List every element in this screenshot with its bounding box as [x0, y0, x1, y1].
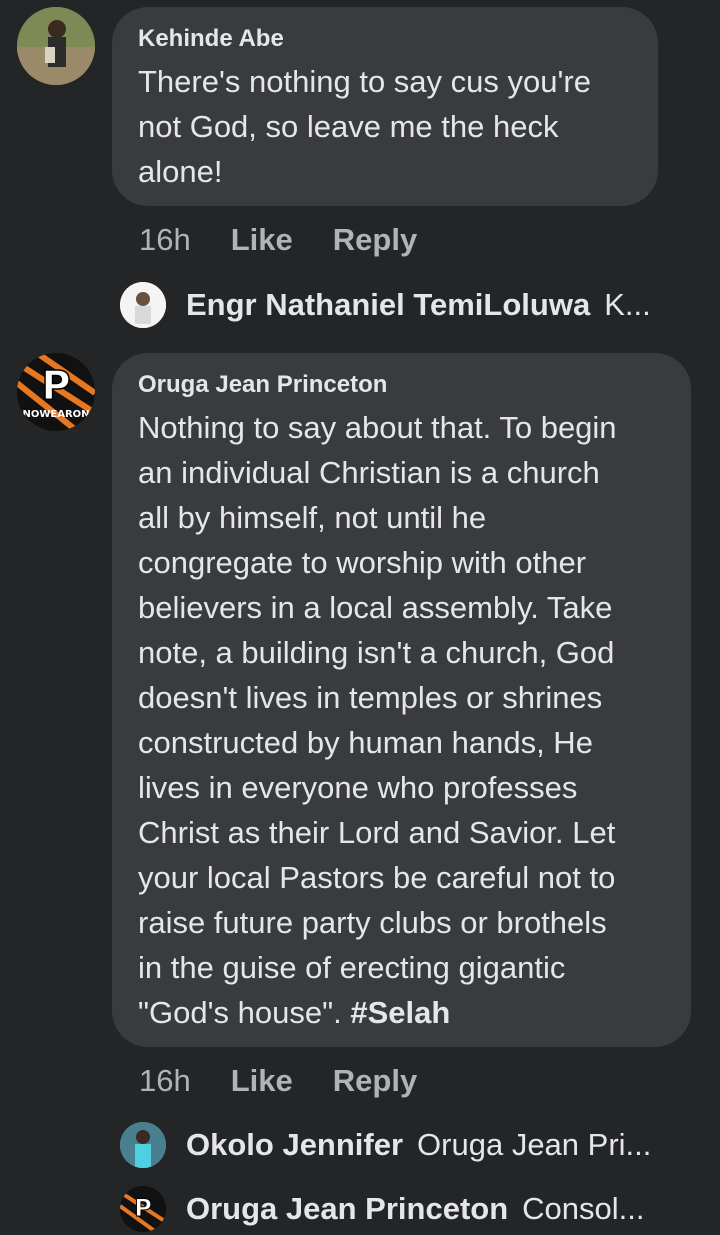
reply-snippet: Oruga Jean Pri... — [417, 1127, 652, 1162]
comment-actions: 16h Like Reply — [139, 1063, 417, 1099]
svg-text:P: P — [134, 1194, 152, 1222]
avatar-oruga-jean-princeton[interactable]: P NOWEARON — [17, 353, 95, 431]
avatar-kehinde-abe[interactable] — [17, 7, 95, 85]
comment-text: There's nothing to say cus you're not Go… — [138, 64, 591, 189]
reply-preview[interactable]: Engr Nathaniel TemiLoluwa K... — [120, 282, 680, 328]
comment-author[interactable]: Oruga Jean Princeton — [138, 371, 665, 399]
reply-author[interactable]: Engr Nathaniel TemiLoluwa — [186, 287, 590, 323]
svg-text:P: P — [41, 363, 70, 409]
reply-snippet: Consol... — [522, 1191, 645, 1226]
comment-body: Nothing to say about that. To begin an i… — [138, 410, 617, 1030]
avatar-engr-nathaniel — [120, 282, 166, 328]
svg-text:NOWEARON: NOWEARON — [22, 409, 89, 420]
comment-text: Nothing to say about that. To begin an i… — [138, 405, 665, 1035]
reply-button[interactable]: Reply — [333, 222, 417, 258]
comment-bubble: Oruga Jean Princeton Nothing to say abou… — [112, 353, 691, 1047]
comment-bubble: Kehinde Abe There's nothing to say cus y… — [112, 7, 658, 206]
avatar-oruga-jean-princeton-small: P — [120, 1186, 166, 1232]
reply-preview[interactable]: Okolo Jennifer Oruga Jean Pri... — [120, 1122, 680, 1168]
reply-author[interactable]: Okolo Jennifer — [186, 1127, 403, 1163]
reply-preview[interactable]: P Oruga Jean Princeton Consol... — [120, 1186, 680, 1232]
reply-snippet: K... — [604, 287, 651, 322]
avatar-okolo-jennifer — [120, 1122, 166, 1168]
like-button[interactable]: Like — [231, 222, 293, 258]
like-button[interactable]: Like — [231, 1063, 293, 1099]
logo-icon: P — [120, 1186, 166, 1232]
reply-button[interactable]: Reply — [333, 1063, 417, 1099]
person-photo-icon — [120, 1122, 166, 1168]
person-photo-icon — [17, 7, 95, 85]
comment-timestamp[interactable]: 16h — [139, 1063, 191, 1099]
comment-actions: 16h Like Reply — [139, 222, 417, 258]
comment-author[interactable]: Kehinde Abe — [138, 25, 632, 53]
reply-author[interactable]: Oruga Jean Princeton — [186, 1191, 508, 1227]
person-photo-icon — [120, 282, 166, 328]
logo-icon: P NOWEARON — [17, 353, 95, 431]
hashtag-link[interactable]: #Selah — [350, 995, 450, 1030]
comment-timestamp[interactable]: 16h — [139, 222, 191, 258]
